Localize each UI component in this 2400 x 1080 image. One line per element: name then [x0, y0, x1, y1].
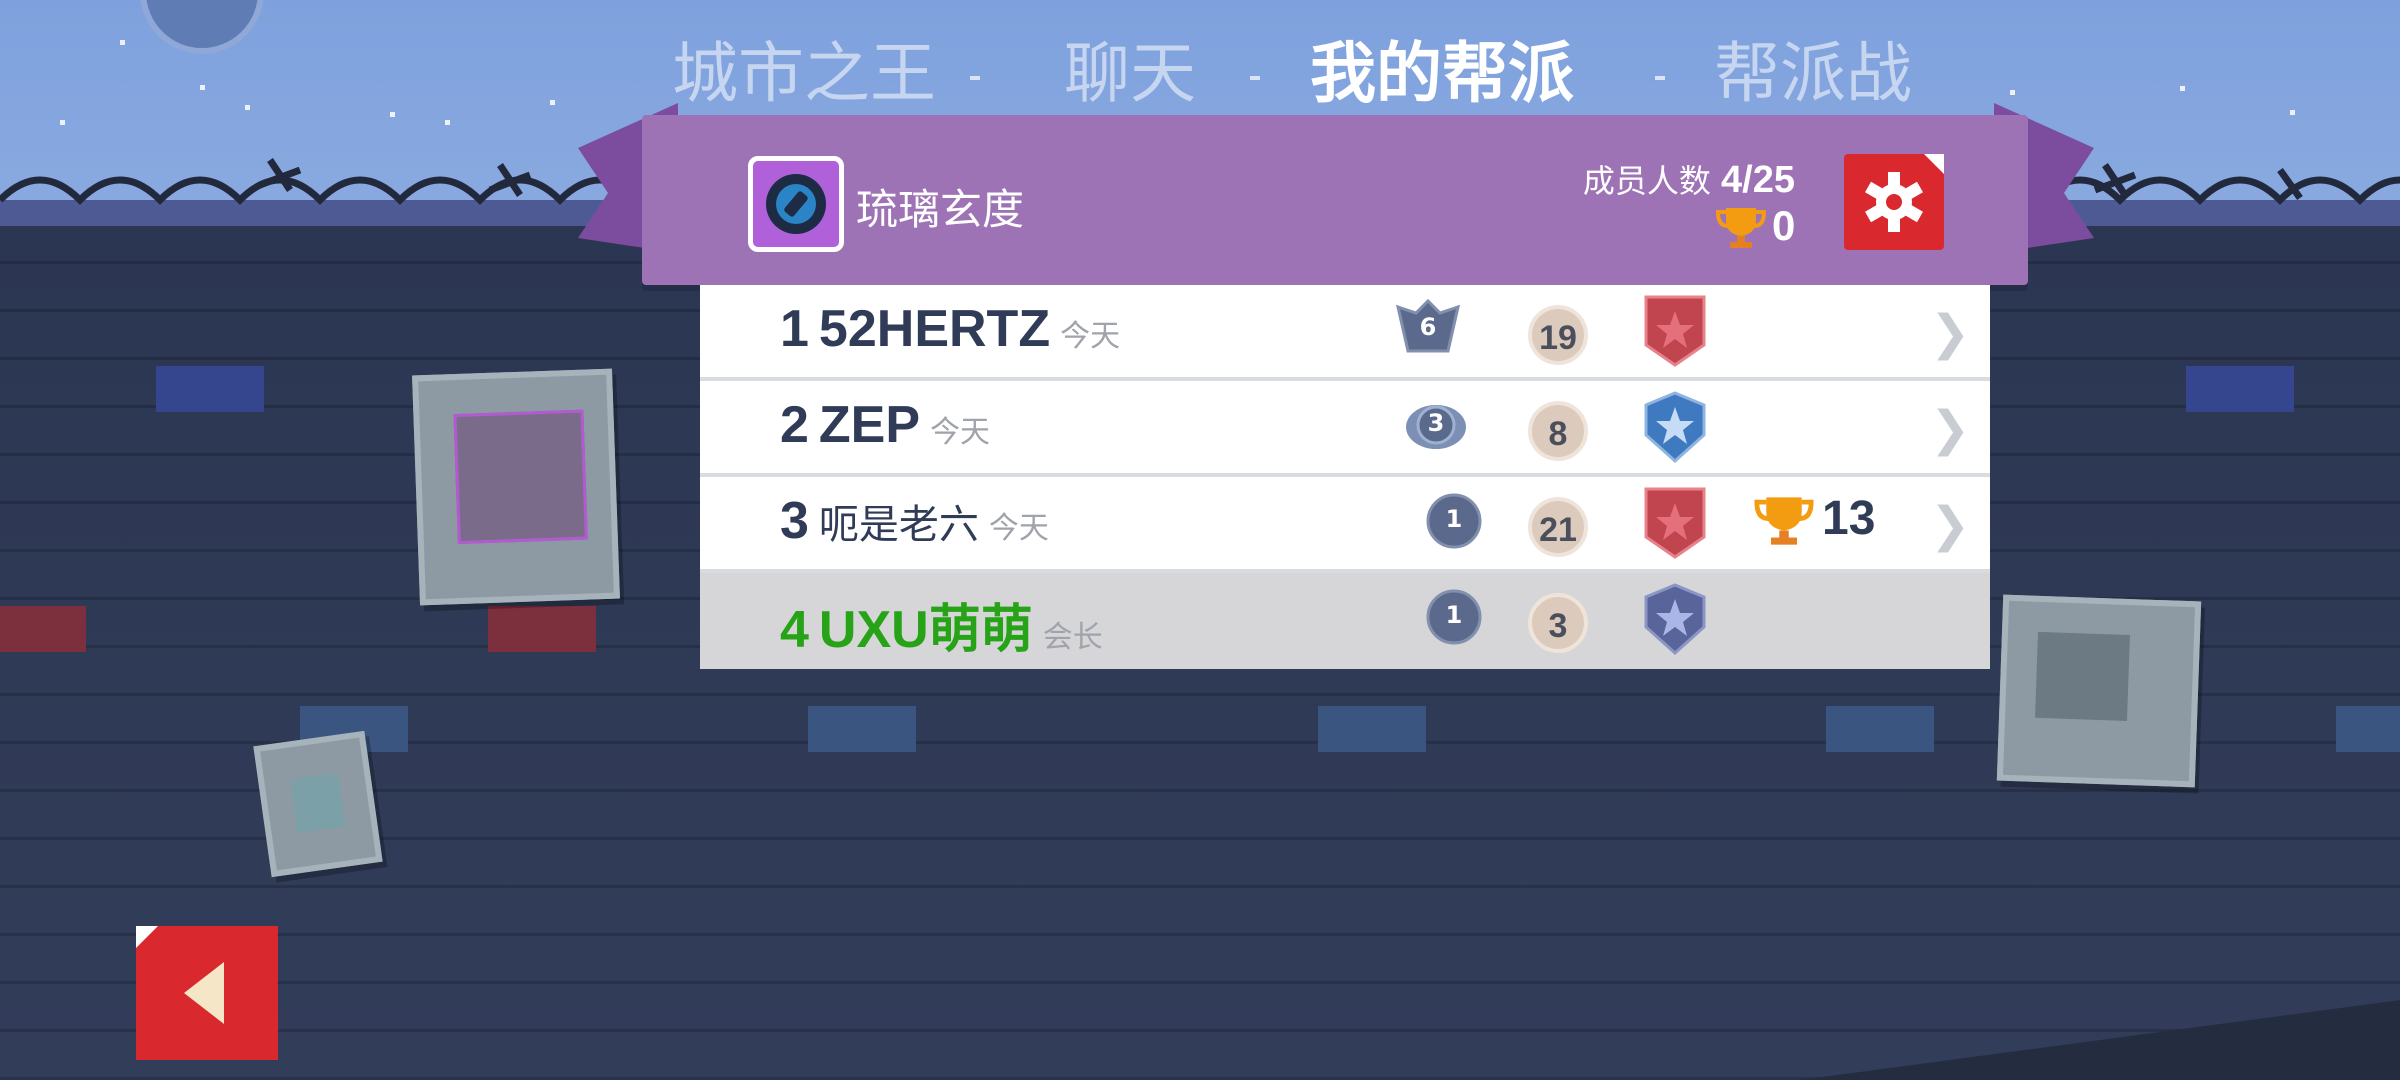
member-rank: 1 — [780, 300, 809, 358]
gang-header-ribbon — [642, 115, 2028, 285]
tab-separator — [970, 76, 980, 80]
wall-brick — [2186, 366, 2294, 412]
member-coins: 21 — [1539, 511, 1577, 549]
member-status: 今天 — [1060, 319, 1121, 354]
red-star-shield-icon — [1644, 487, 1706, 559]
tab-separator — [1250, 76, 1260, 80]
level-badge: 6 — [1395, 298, 1461, 359]
gang-name: 琉璃玄度 — [856, 185, 1025, 234]
member-rank: 4 — [780, 601, 809, 659]
poster-portrait — [290, 772, 346, 834]
red-star-shield-icon — [1644, 295, 1706, 367]
member-status: 今天 — [988, 511, 1049, 546]
member-row[interactable]: 2 ZEP 今天 3 8 ❯ — [700, 381, 1990, 477]
level-badge: 1 — [1426, 587, 1482, 647]
member-count: 成员人数 4/25 — [1583, 156, 1795, 202]
member-coins: 3 — [1548, 607, 1568, 645]
wanted-poster — [412, 368, 620, 606]
wall-brick — [1826, 706, 1934, 752]
button-corner — [1924, 154, 1944, 174]
gear-emblem-icon — [766, 174, 826, 234]
member-count-label: 成员人数 — [1582, 162, 1711, 200]
member-status: 今天 — [930, 415, 991, 450]
tab-separator — [1655, 76, 1665, 80]
member-rank: 3 — [780, 492, 809, 550]
wall-brick — [808, 706, 916, 752]
member-coins: 19 — [1539, 319, 1577, 357]
settings-button[interactable] — [1844, 154, 1944, 250]
member-role: 会长 — [1042, 620, 1103, 655]
chevron-right-icon[interactable]: ❯ — [1930, 497, 1970, 553]
wall-brick — [488, 606, 596, 652]
member-name: ZEP — [818, 396, 921, 454]
tab-bar: 城市之王 聊天 我的帮派 帮派战 — [0, 20, 2400, 112]
poster-portrait — [2035, 631, 2130, 721]
star — [550, 100, 555, 105]
button-corner — [136, 926, 158, 948]
member-rank-name: 4 UXU萌萌 会长 — [780, 587, 1103, 662]
member-row[interactable]: 3 呃是老六 今天 1 21 13 ❯ — [700, 477, 1990, 573]
member-name: 呃是老六 — [818, 502, 979, 548]
wall-brick — [1318, 706, 1426, 752]
tab-gang-war[interactable]: 帮派战 — [1714, 20, 1912, 116]
chevron-right-icon[interactable]: ❯ — [1930, 305, 1970, 361]
back-button[interactable] — [136, 926, 278, 1060]
member-rank-name: 3 呃是老六 今天 — [780, 491, 1049, 551]
member-name: UXU萌萌 — [818, 601, 1033, 659]
wall-brick — [156, 366, 264, 412]
tab-my-gang[interactable]: 我的帮派 — [1310, 20, 1574, 116]
member-level: 1 — [1445, 505, 1463, 533]
star — [2290, 110, 2295, 115]
star — [60, 120, 65, 125]
coin-badge: 19 — [1528, 305, 1588, 365]
gang-emblem-icon[interactable] — [748, 156, 844, 252]
purple-star-shield-icon — [1644, 583, 1706, 656]
member-name: 52HERTZ — [818, 300, 1051, 358]
member-level: 6 — [1419, 313, 1437, 341]
member-coins: 8 — [1548, 415, 1568, 453]
level-badge: 3 — [1404, 395, 1468, 455]
star — [245, 105, 250, 110]
gang-trophy-count: 0 — [1772, 202, 1796, 249]
coin-badge: 21 — [1528, 497, 1588, 557]
wanted-poster — [1996, 594, 2202, 788]
star — [390, 112, 395, 117]
member-list: 1 52HERTZ 今天 6 19 ❯ 2 ZEP 今天 3 8 ❯ 3 呃是老… — [700, 285, 1990, 669]
member-rank-name: 1 52HERTZ 今天 — [780, 299, 1120, 359]
coin-badge: 3 — [1528, 593, 1588, 653]
blue-star-shield-icon — [1644, 391, 1706, 464]
member-rank-name: 2 ZEP 今天 — [780, 395, 990, 455]
wall-brick — [2336, 706, 2400, 752]
wall-brick — [0, 606, 86, 652]
member-count-value: 4/25 — [1721, 159, 1795, 201]
member-level: 1 — [1445, 601, 1463, 629]
poster-portrait — [453, 409, 588, 545]
tab-chat[interactable]: 聊天 — [1064, 20, 1196, 116]
member-trophies: 13 — [1822, 492, 1876, 545]
trophy-icon — [1716, 208, 1766, 248]
member-level: 3 — [1427, 409, 1445, 437]
chevron-right-icon[interactable]: ❯ — [1930, 401, 1970, 457]
star — [445, 120, 450, 125]
member-row[interactable]: 1 52HERTZ 今天 6 19 ❯ — [700, 285, 1990, 381]
member-rank: 2 — [780, 396, 809, 454]
member-row-self[interactable]: 4 UXU萌萌 会长 1 3 — [700, 573, 1990, 669]
level-badge: 1 — [1426, 491, 1482, 551]
tab-city-king[interactable]: 城市之王 — [672, 20, 936, 116]
coin-badge: 8 — [1528, 401, 1588, 461]
trophy-icon — [1754, 497, 1814, 545]
small-poster — [253, 730, 383, 878]
